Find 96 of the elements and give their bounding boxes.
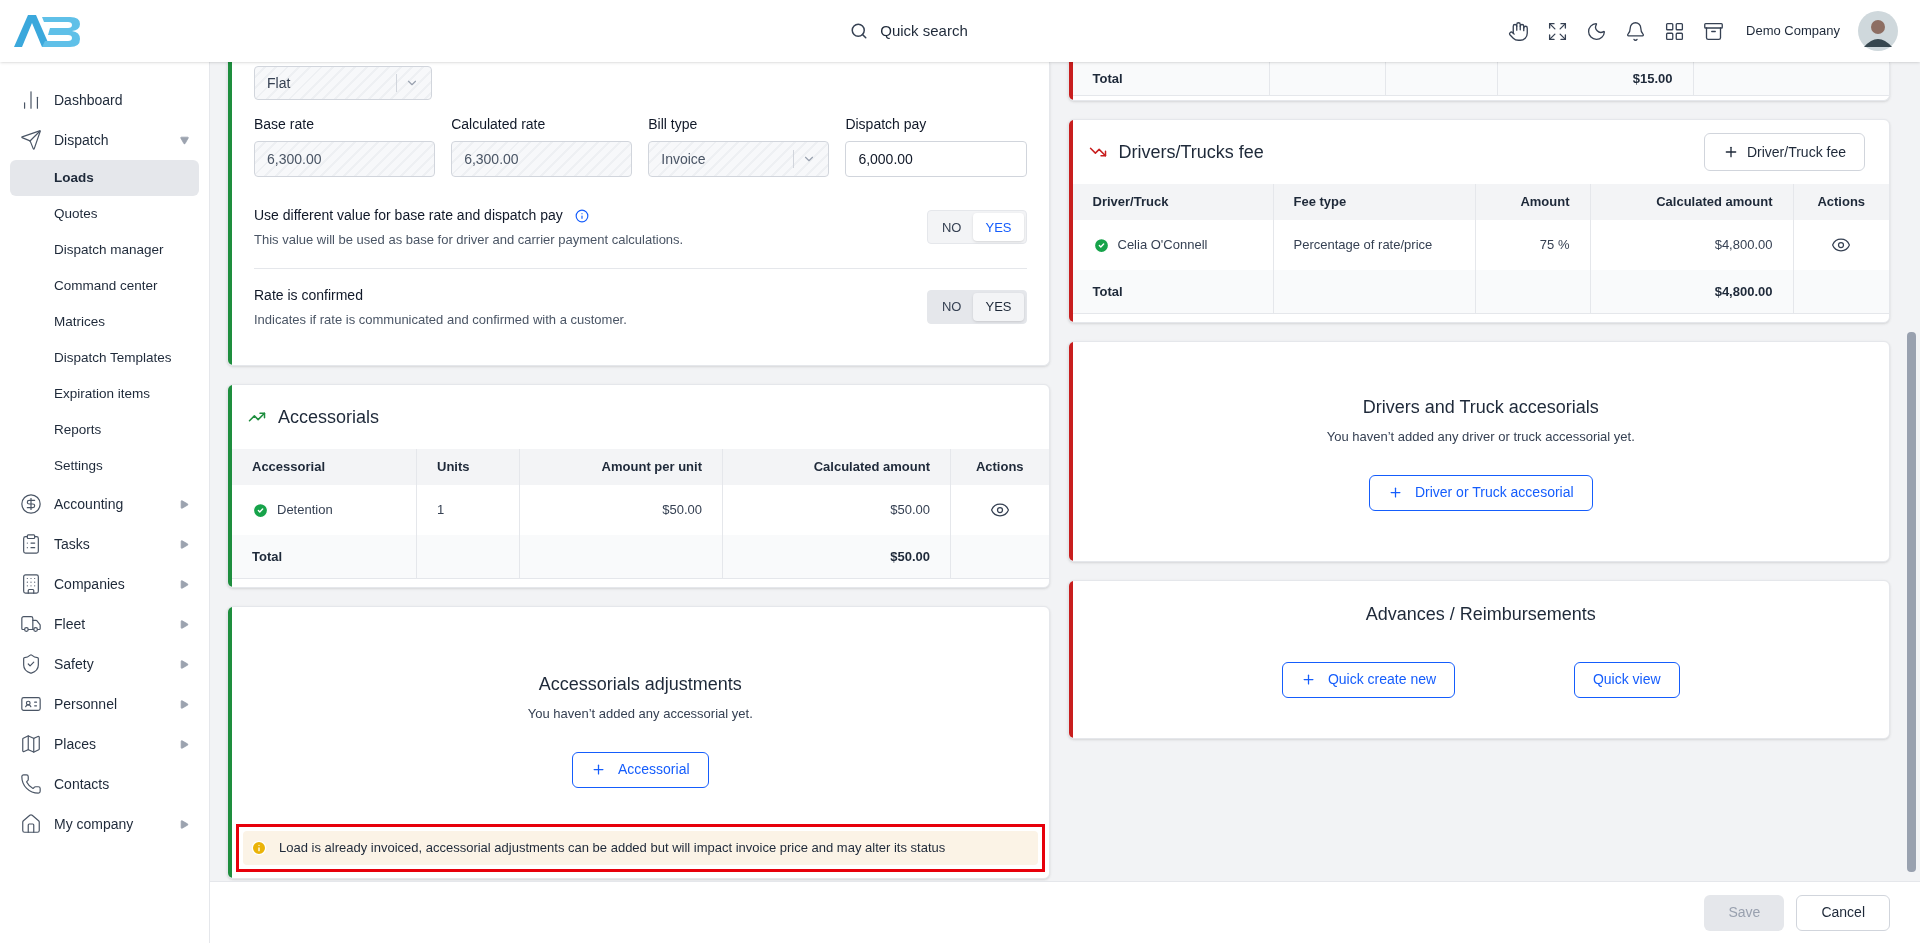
toggle-option[interactable]: NO [930,213,974,242]
column-header: Amount per unit [519,449,722,485]
sidebar-item[interactable]: Dispatch [10,120,199,160]
scrollbar-thumb[interactable] [1906,332,1916,872]
setting-title: Use different value for base rate and dispatch pay [254,206,563,225]
plus-icon [1387,485,1403,500]
card-title: Advances / Reimbursements [1365,602,1596,626]
search-field[interactable]: Quick search [750,19,968,43]
column-header: Driver/Truck [1091,193,1170,212]
action-button[interactable]: Quick view [1573,661,1680,698]
moon-icon[interactable] [1586,20,1608,42]
sidebar-item[interactable]: Dashboard [10,80,199,120]
phone-icon [20,773,42,795]
expand-icon[interactable] [1547,20,1569,42]
table-cell-text: Detention [277,501,333,520]
card-title: Drivers/Trucks fee [1118,140,1265,164]
setting-description: Indicates if rate is communicated and confirmed with a customer. [254,310,628,329]
column-header: Units [416,449,519,485]
column-header: Calculated amount [722,449,950,485]
sidebar-subitem[interactable]: Expiration items [10,376,199,412]
table-cell-text: 1 [437,501,445,520]
cancel-button[interactable]: Cancel [1796,894,1890,931]
sidebar-item[interactable]: Companies [10,564,199,604]
table-cell-text: $4,800.00 [1714,236,1773,255]
sidebar-subitem[interactable]: Settings [10,448,199,484]
warning-icon [251,839,267,856]
setting-title: Rate is confirmed [254,285,363,305]
card-title: Drivers and Truck accesorials [1362,396,1599,419]
column-header: Accessorial [251,458,326,477]
column-header: Calculated amount [1589,184,1793,220]
table-cell-text: 75 % [1539,236,1570,255]
sidebar-subitem[interactable]: Dispatch Templates [10,340,199,376]
sidebar-item[interactable]: Accounting [10,484,199,524]
column-header: Actions [950,449,1049,485]
sidebar-item[interactable]: Tasks [10,524,199,564]
input-field[interactable]: 6,000.00 [845,141,1027,177]
add-button[interactable]: Driver or Truck accesorial [1368,474,1593,511]
sidebar-item[interactable]: Personnel [10,684,199,724]
total-label: Total [1092,69,1123,88]
column-header: Amount [1474,184,1590,220]
empty-message: You haven’t added any accessorial yet. [527,705,753,723]
setting-description: This value will be used as base for driver and carrier payment calculations. [254,231,685,249]
plus-icon [1300,672,1316,687]
sidebar-subitem[interactable]: Quotes [10,196,199,232]
company-name: Demo Company [1746,22,1840,41]
hand-icon[interactable] [1508,20,1530,42]
card-title: Accessorials adjustments [538,673,742,696]
column-header: Actions [1792,184,1889,220]
field-label: Calculated rate [451,115,547,134]
card-title: Accessorials [278,405,381,429]
table-cell-text: $50.00 [662,501,702,520]
add-button[interactable]: Accessorial [571,751,709,788]
field-label: Bill type [648,115,699,134]
sidebar-item[interactable]: Safety [10,644,199,684]
toggle-option[interactable]: YES [973,213,1024,242]
sidebar-item[interactable]: Fleet [10,604,199,644]
sidebar-item[interactable]: My company [10,804,199,844]
warning-text: Load is already invoiced, accessorial adjustments can be added but will impact invoice price and may alter its status [279,838,946,857]
plus-icon [590,762,606,777]
total-label: Total [1092,282,1123,301]
field-label: Base rate [254,115,315,134]
avatar[interactable] [1858,11,1898,51]
building-icon [20,573,42,595]
table-cell-text: Percentage of rate/price [1293,236,1433,255]
total-amount: $50.00 [890,547,930,566]
table-cell-text: Celia O'Connell [1117,236,1208,255]
total-label: Total [252,547,283,566]
yes-no-toggle[interactable]: NO YES [927,210,1027,245]
dollar-icon [20,493,42,515]
notifications-icon[interactable] [1625,20,1647,42]
logo-icon [12,13,82,49]
tray-icon[interactable] [1703,20,1725,42]
field-label: Dispatch pay [845,115,928,134]
sidebar-subitem[interactable]: Command center [10,268,199,304]
sidebar-subitem[interactable]: Matrices [10,304,199,340]
action-button[interactable]: Quick create new [1281,661,1456,698]
add-fee-button[interactable]: Driver/Truck fee [1703,133,1865,171]
table-cell-text: $50.00 [890,501,930,520]
sidebar-item[interactable]: Contacts [10,764,199,804]
sidebar-item[interactable]: Places [10,724,199,764]
sidebar-subitem[interactable]: Reports [10,412,199,448]
clipboard-icon [20,533,42,555]
map-icon [20,733,42,755]
truck-icon [20,613,42,635]
total-amount: $15.00 [1632,69,1673,88]
apps-grid-icon[interactable] [1664,20,1686,42]
info-icon[interactable] [574,208,589,223]
shield-icon [20,653,42,675]
sidebar-subitem[interactable]: Dispatch manager [10,232,199,268]
total-amount: $4,800.00 [1714,282,1773,301]
empty-message: You haven’t added any driver or truck accessorial yet. [1326,428,1635,446]
send-icon [20,129,42,151]
sidebar-subitem[interactable]: Loads [10,160,199,196]
column-header: Fee type [1272,184,1475,220]
house-icon [20,813,42,835]
search-icon [850,22,869,40]
